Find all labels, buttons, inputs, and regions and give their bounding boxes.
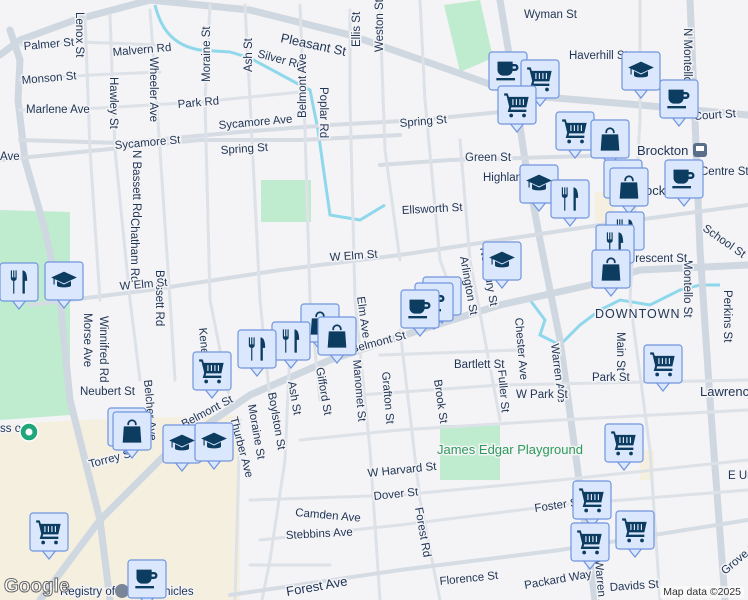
street-label: Park St xyxy=(592,372,631,384)
cart-marker[interactable] xyxy=(497,85,537,133)
bag-marker[interactable] xyxy=(591,249,631,297)
train-station-icon[interactable] xyxy=(693,143,707,157)
cart-marker[interactable] xyxy=(604,423,644,471)
street-label: Ave xyxy=(0,151,20,163)
map-attribution[interactable]: Map data ©2025 xyxy=(660,586,744,598)
street-label: Centre St xyxy=(700,166,748,178)
bag-marker[interactable] xyxy=(609,167,649,215)
cart-marker[interactable] xyxy=(555,111,595,159)
street-label: Chatham Rd xyxy=(128,218,140,283)
street-label: Winnifred Rd xyxy=(97,316,109,382)
street-label: W Park St xyxy=(516,389,569,401)
street-label: Perkins St xyxy=(721,290,733,343)
graduation-cap-marker[interactable] xyxy=(621,51,661,99)
street-label: Marlene Ave xyxy=(26,104,90,116)
cart-marker[interactable] xyxy=(643,344,683,392)
street-label: Ellis St xyxy=(351,11,363,47)
street-label: Grafton St xyxy=(379,371,396,425)
park-area-belmont xyxy=(261,180,311,222)
street-label: Main St xyxy=(614,332,626,372)
street-label: Montello St xyxy=(681,260,693,318)
street-label: Spring St xyxy=(399,114,448,130)
street-label: Dover St xyxy=(373,486,420,503)
fork-knife-marker[interactable] xyxy=(271,321,311,369)
cup-marker[interactable] xyxy=(127,559,167,600)
street-label: Manomet St xyxy=(350,359,367,423)
street-label: Green St xyxy=(465,152,512,164)
street-label: Haverhill St xyxy=(569,50,629,62)
google-logo[interactable]: Google xyxy=(3,576,69,598)
cart-marker[interactable] xyxy=(615,510,655,558)
street-label: Spring St xyxy=(220,142,269,157)
street-label: Neubert St xyxy=(80,386,136,398)
place-pin-icon[interactable] xyxy=(19,422,39,442)
registry-icon[interactable] xyxy=(115,584,129,598)
street-label: W Elm St xyxy=(329,249,378,264)
street-label: Forest Rd xyxy=(412,506,433,558)
park-area-north xyxy=(444,0,493,72)
street-label: Crescent St xyxy=(627,253,688,265)
street-label: Ash St xyxy=(243,37,255,72)
street-label: E Union St xyxy=(728,470,748,482)
bag-marker[interactable] xyxy=(590,119,630,167)
street-label: Lawrence St xyxy=(700,384,748,399)
street-label: Packard Way xyxy=(523,568,592,592)
street-label: Bartlett St xyxy=(454,359,505,371)
fork-knife-marker[interactable] xyxy=(550,179,590,227)
street-label: Lenox St xyxy=(73,12,85,58)
street-label: Ellsworth St xyxy=(402,202,464,217)
fork-knife-marker[interactable] xyxy=(237,329,277,377)
street-label: Morse Ave xyxy=(81,313,93,367)
downtown-label: DOWNTOWN xyxy=(595,307,681,321)
street-label: W Harvard St xyxy=(367,461,438,480)
cart-marker[interactable] xyxy=(192,351,232,399)
street-label: N Bassett Rd xyxy=(130,150,142,218)
street-label: Belmont Ave xyxy=(297,54,309,118)
street-label: Sycamore St xyxy=(114,134,181,152)
street-label: Poplar Rd xyxy=(317,87,329,138)
park-label-james-edgar: James Edgar Playground xyxy=(437,442,583,457)
street-label: Camden Ave xyxy=(295,507,361,525)
street-label: Boylston St xyxy=(265,391,287,451)
street-label: Davids St xyxy=(609,579,660,594)
cart-marker[interactable] xyxy=(572,480,612,528)
street-label: Wheeler Ave xyxy=(147,57,159,122)
street-label: Brook St xyxy=(431,379,449,425)
street-label: Forest Ave xyxy=(285,573,349,599)
map-canvas[interactable]: Palmer St Malvern Rd Monson St Marlene A… xyxy=(0,0,748,600)
street-label: Monson St xyxy=(21,70,78,87)
street-label: Stebbins Ave xyxy=(286,527,353,542)
street-label: Wyman St xyxy=(524,9,578,21)
street-label: Weston St xyxy=(374,0,386,52)
street-label: School St xyxy=(700,223,748,262)
street-label: Gifford St xyxy=(313,366,333,417)
street-label: Park Rd xyxy=(177,95,219,111)
street-label: Hawley St xyxy=(107,77,119,130)
street-label: Moraine St xyxy=(201,26,213,82)
station-label: Brockton xyxy=(637,143,688,158)
street-label: Florence St xyxy=(439,570,500,588)
street-label: Court St xyxy=(693,108,737,123)
